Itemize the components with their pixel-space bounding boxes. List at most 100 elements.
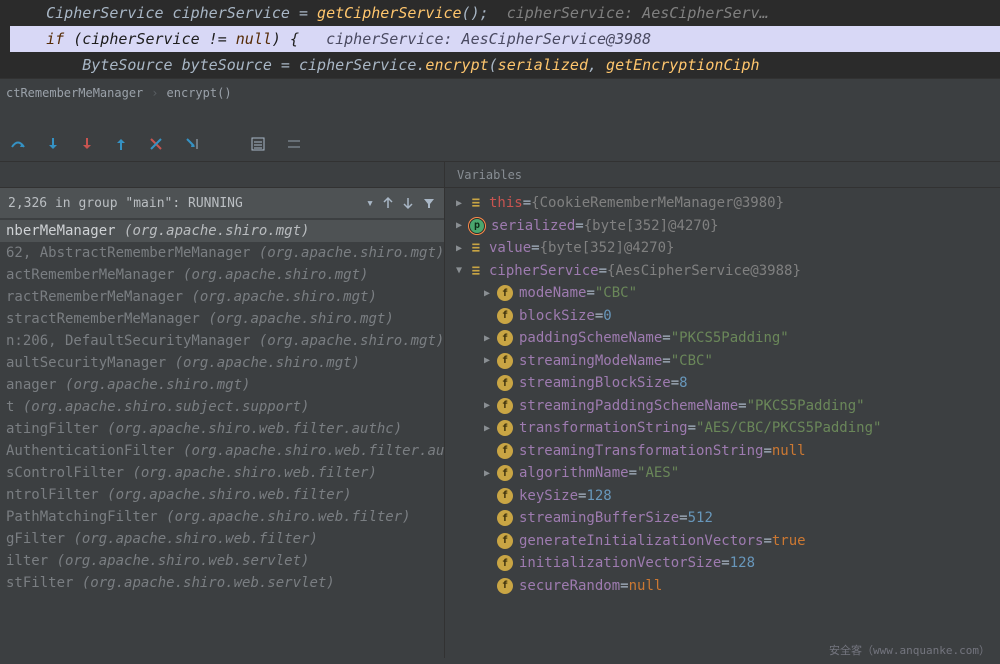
variable-name: keySize (519, 488, 578, 504)
variable-value: {byte[352]@4270} (584, 218, 719, 234)
filter-icon[interactable] (422, 196, 436, 210)
expand-arrow-icon[interactable]: ▶ (453, 198, 465, 209)
variable-name: serialized (491, 218, 575, 234)
field-icon: f (497, 353, 513, 369)
run-to-cursor-icon[interactable] (184, 136, 200, 152)
variable-row[interactable]: fblockSize = 0 (445, 305, 1000, 328)
expand-arrow-icon[interactable]: ▶ (453, 220, 465, 231)
stack-frame[interactable]: 62, AbstractRememberMeManager (org.apach… (0, 242, 444, 264)
variable-value: true (772, 533, 806, 549)
variable-row[interactable]: ▶≡value = {byte[352]@4270} (445, 237, 1000, 260)
expand-arrow-icon[interactable]: ▶ (481, 400, 493, 411)
variable-row[interactable]: ▶ftransformationString = "AES/CBC/PKCS5P… (445, 417, 1000, 440)
stack-frame[interactable]: ilter (org.apache.shiro.web.servlet) (0, 550, 444, 572)
variable-name: blockSize (519, 308, 595, 324)
step-over-icon[interactable] (10, 136, 26, 152)
variable-value: 8 (679, 375, 687, 391)
variable-row[interactable]: fgenerateInitializationVectors = true (445, 530, 1000, 553)
chevron-right-icon: › (151, 86, 158, 100)
variable-name: streamingPaddingSchemeName (519, 398, 738, 414)
variable-row[interactable]: ▶fmodeName = "CBC" (445, 282, 1000, 305)
stack-frame[interactable]: stractRememberMeManager (org.apache.shir… (0, 308, 444, 330)
variable-value: 128 (586, 488, 611, 504)
breadcrumb-item[interactable]: encrypt() (167, 86, 232, 100)
variable-value: "PKCS5Padding" (747, 398, 865, 414)
variable-row[interactable]: fstreamingBufferSize = 512 (445, 507, 1000, 530)
variable-row[interactable]: fkeySize = 128 (445, 485, 1000, 508)
variable-name: value (489, 240, 531, 256)
variable-row[interactable]: ▶fstreamingPaddingSchemeName = "PKCS5Pad… (445, 395, 1000, 418)
drop-frame-icon[interactable] (148, 136, 164, 152)
variable-row[interactable]: ▼≡cipherService = {AesCipherService@3988… (445, 260, 1000, 283)
variable-row[interactable]: finitializationVectorSize = 128 (445, 552, 1000, 575)
expand-arrow-icon[interactable]: ▶ (481, 355, 493, 366)
variable-row[interactable]: ▶≡this = {CookieRememberMeManager@3980} (445, 192, 1000, 215)
variable-row[interactable]: ▶pserialized = {byte[352]@4270} (445, 215, 1000, 238)
field-icon: f (497, 578, 513, 594)
chevron-down-icon[interactable]: ▾ (366, 196, 374, 211)
variable-value: "AES" (637, 465, 679, 481)
stack-frame[interactable]: PathMatchingFilter (org.apache.shiro.web… (0, 506, 444, 528)
thread-selector[interactable]: 2,326 in group "main": RUNNING ▾ (0, 188, 444, 218)
variable-name: streamingBlockSize (519, 375, 671, 391)
stack-frame[interactable]: ractRememberMeManager (org.apache.shiro.… (0, 286, 444, 308)
variables-tree[interactable]: ▶≡this = {CookieRememberMeManager@3980}▶… (445, 188, 1000, 597)
expand-arrow-icon[interactable]: ▶ (481, 423, 493, 434)
variable-name: transformationString (519, 420, 688, 436)
field-icon: f (497, 533, 513, 549)
stack-frame[interactable]: gFilter (org.apache.shiro.web.filter) (0, 528, 444, 550)
variable-value: null (772, 443, 806, 459)
prev-frame-icon[interactable] (382, 196, 394, 210)
step-out-icon[interactable] (114, 136, 128, 152)
variable-value: "PKCS5Padding" (671, 330, 789, 346)
stack-frame[interactable]: actRememberMeManager (org.apache.shiro.m… (0, 264, 444, 286)
stack-frame[interactable]: ntrolFilter (org.apache.shiro.web.filter… (0, 484, 444, 506)
field-icon: f (497, 488, 513, 504)
code-line: CipherService cipherService = getCipherS… (10, 0, 1000, 26)
expand-arrow-icon[interactable]: ▼ (453, 265, 465, 276)
field-icon: f (497, 510, 513, 526)
thread-label: 2,326 in group "main": RUNNING (8, 196, 243, 211)
variable-name: streamingTransformationString (519, 443, 763, 459)
evaluate-expression-icon[interactable] (250, 136, 266, 152)
stack-frame[interactable]: t (org.apache.shiro.subject.support) (0, 396, 444, 418)
field-icon: f (497, 308, 513, 324)
stack-frame[interactable]: stFilter (org.apache.shiro.web.servlet) (0, 572, 444, 594)
code-editor[interactable]: CipherService cipherService = getCipherS… (0, 0, 1000, 78)
variable-name: streamingBufferSize (519, 510, 679, 526)
field-icon: f (497, 330, 513, 346)
frames-panel: 2,326 in group "main": RUNNING ▾ nberMeM… (0, 162, 445, 658)
parameter-icon: p (469, 218, 485, 234)
stack-frame[interactable]: n:206, DefaultSecurityManager (org.apach… (0, 330, 444, 352)
expand-arrow-icon[interactable]: ▶ (453, 243, 465, 254)
object-icon: ≡ (469, 197, 483, 209)
watermark: 安全客（www.anquanke.com） (829, 642, 990, 658)
variable-name: cipherService (489, 263, 599, 279)
variable-value: {AesCipherService@3988} (607, 263, 801, 279)
step-into-icon[interactable] (46, 136, 60, 152)
force-step-into-icon[interactable] (80, 136, 94, 152)
expand-arrow-icon[interactable]: ▶ (481, 468, 493, 479)
stack-frame[interactable]: aultSecurityManager (org.apache.shiro.mg… (0, 352, 444, 374)
stack-frame[interactable]: nberMeManager (org.apache.shiro.mgt) (0, 220, 444, 242)
stack-frame[interactable]: atingFilter (org.apache.shiro.web.filter… (0, 418, 444, 440)
field-icon: f (497, 443, 513, 459)
object-icon: ≡ (469, 265, 483, 277)
next-frame-icon[interactable] (402, 196, 414, 210)
variable-row[interactable]: fstreamingTransformationString = null (445, 440, 1000, 463)
field-icon: f (497, 285, 513, 301)
variable-row[interactable]: fsecureRandom = null (445, 575, 1000, 598)
variable-value: "AES/CBC/PKCS5Padding" (696, 420, 881, 436)
stack-frame[interactable]: AuthenticationFilter (org.apache.shiro.w… (0, 440, 444, 462)
breadcrumb-item[interactable]: ctRememberMeManager (6, 86, 143, 100)
expand-arrow-icon[interactable]: ▶ (481, 288, 493, 299)
stack-frame[interactable]: anager (org.apache.shiro.mgt) (0, 374, 444, 396)
variable-row[interactable]: ▶fpaddingSchemeName = "PKCS5Padding" (445, 327, 1000, 350)
variable-row[interactable]: ▶falgorithmName = "AES" (445, 462, 1000, 485)
variable-row[interactable]: ▶fstreamingModeName = "CBC" (445, 350, 1000, 373)
frames-list[interactable]: nberMeManager (org.apache.shiro.mgt)62, … (0, 218, 444, 594)
expand-arrow-icon[interactable]: ▶ (481, 333, 493, 344)
variable-row[interactable]: fstreamingBlockSize = 8 (445, 372, 1000, 395)
field-icon: f (497, 555, 513, 571)
stack-frame[interactable]: sControlFilter (org.apache.shiro.web.fil… (0, 462, 444, 484)
